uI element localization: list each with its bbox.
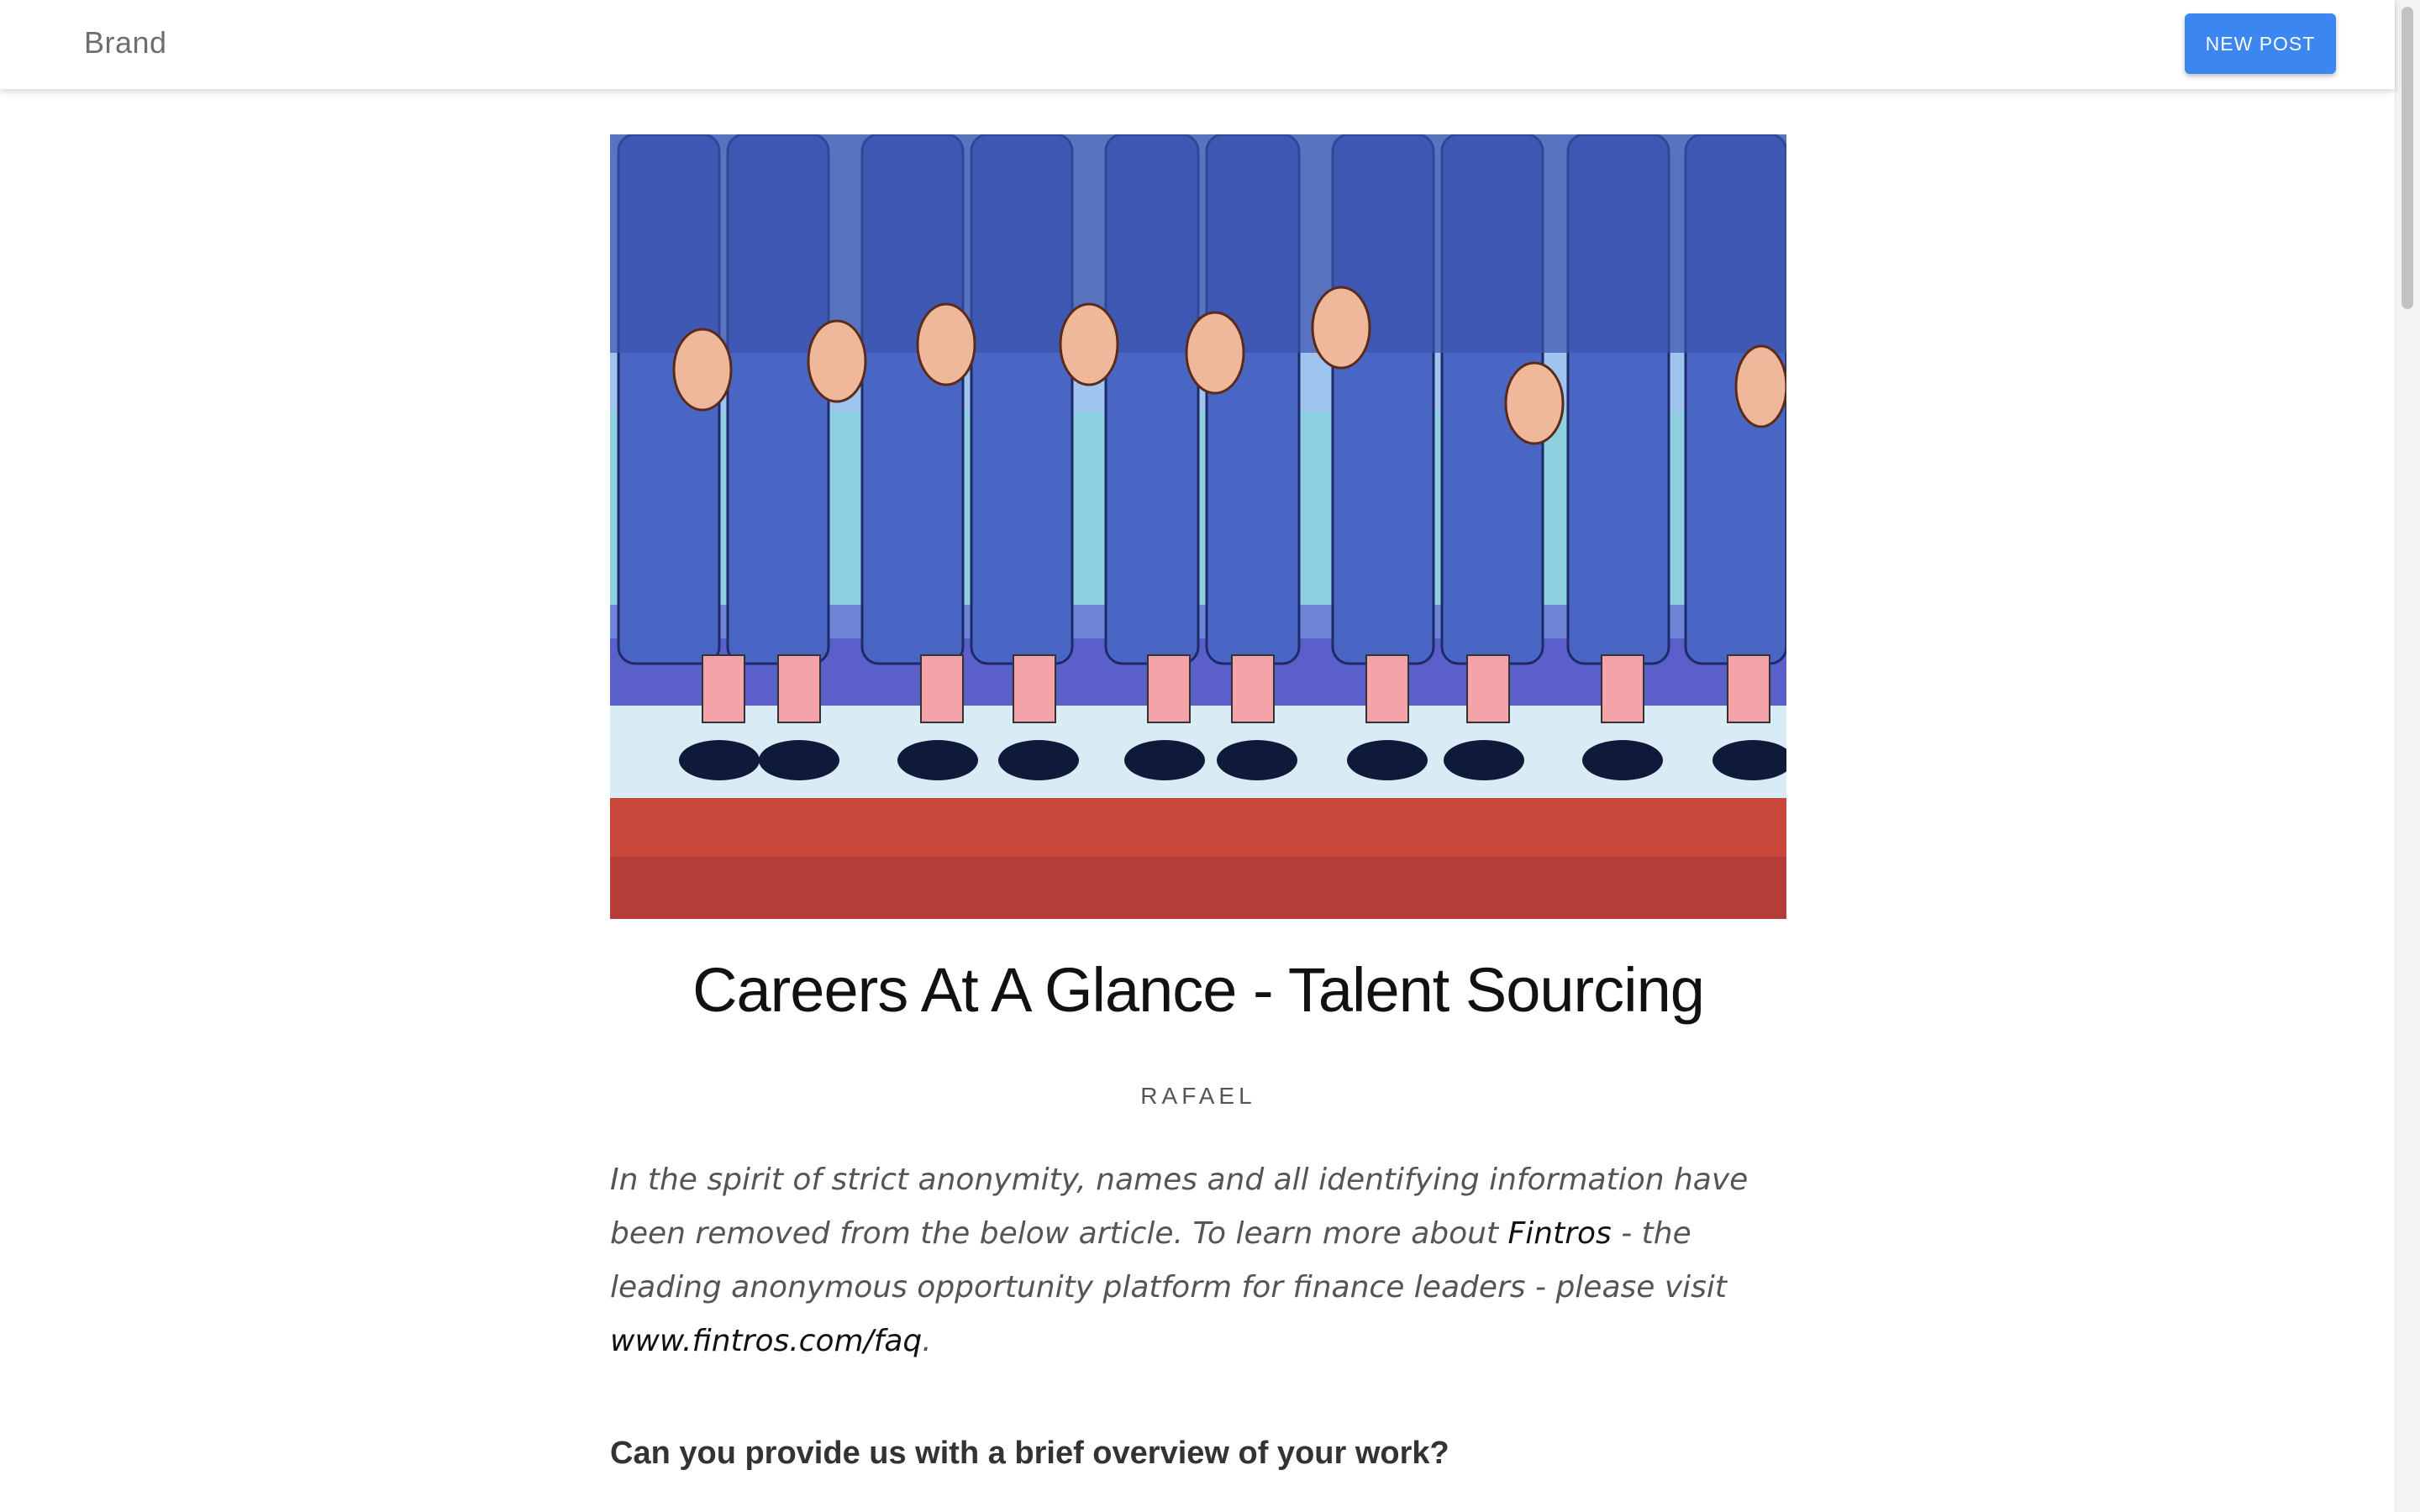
scrollbar-thumb[interactable] — [2402, 7, 2413, 309]
top-navbar: Brand NEW POST — [0, 0, 2395, 89]
article-author: RAFAEL — [1140, 1083, 1256, 1110]
article-title: Careers At A Glance - Talent Sourcing — [692, 955, 1705, 1025]
fintros-faq-link[interactable]: www.fintros.com/faq — [610, 1324, 922, 1358]
article-intro: In the spirit of strict anonymity, names… — [610, 1153, 1786, 1368]
question-heading: Can you provide us with a brief overview… — [610, 1436, 1449, 1472]
brand-link[interactable]: Brand — [84, 25, 167, 60]
intro-text: . — [922, 1324, 932, 1359]
fintros-link[interactable]: Fintros — [1508, 1216, 1612, 1251]
article: Careers At A Glance - Talent Sourcing RA… — [610, 134, 1786, 1472]
hero-image — [610, 134, 1786, 919]
new-post-button[interactable]: NEW POST — [2185, 13, 2336, 74]
